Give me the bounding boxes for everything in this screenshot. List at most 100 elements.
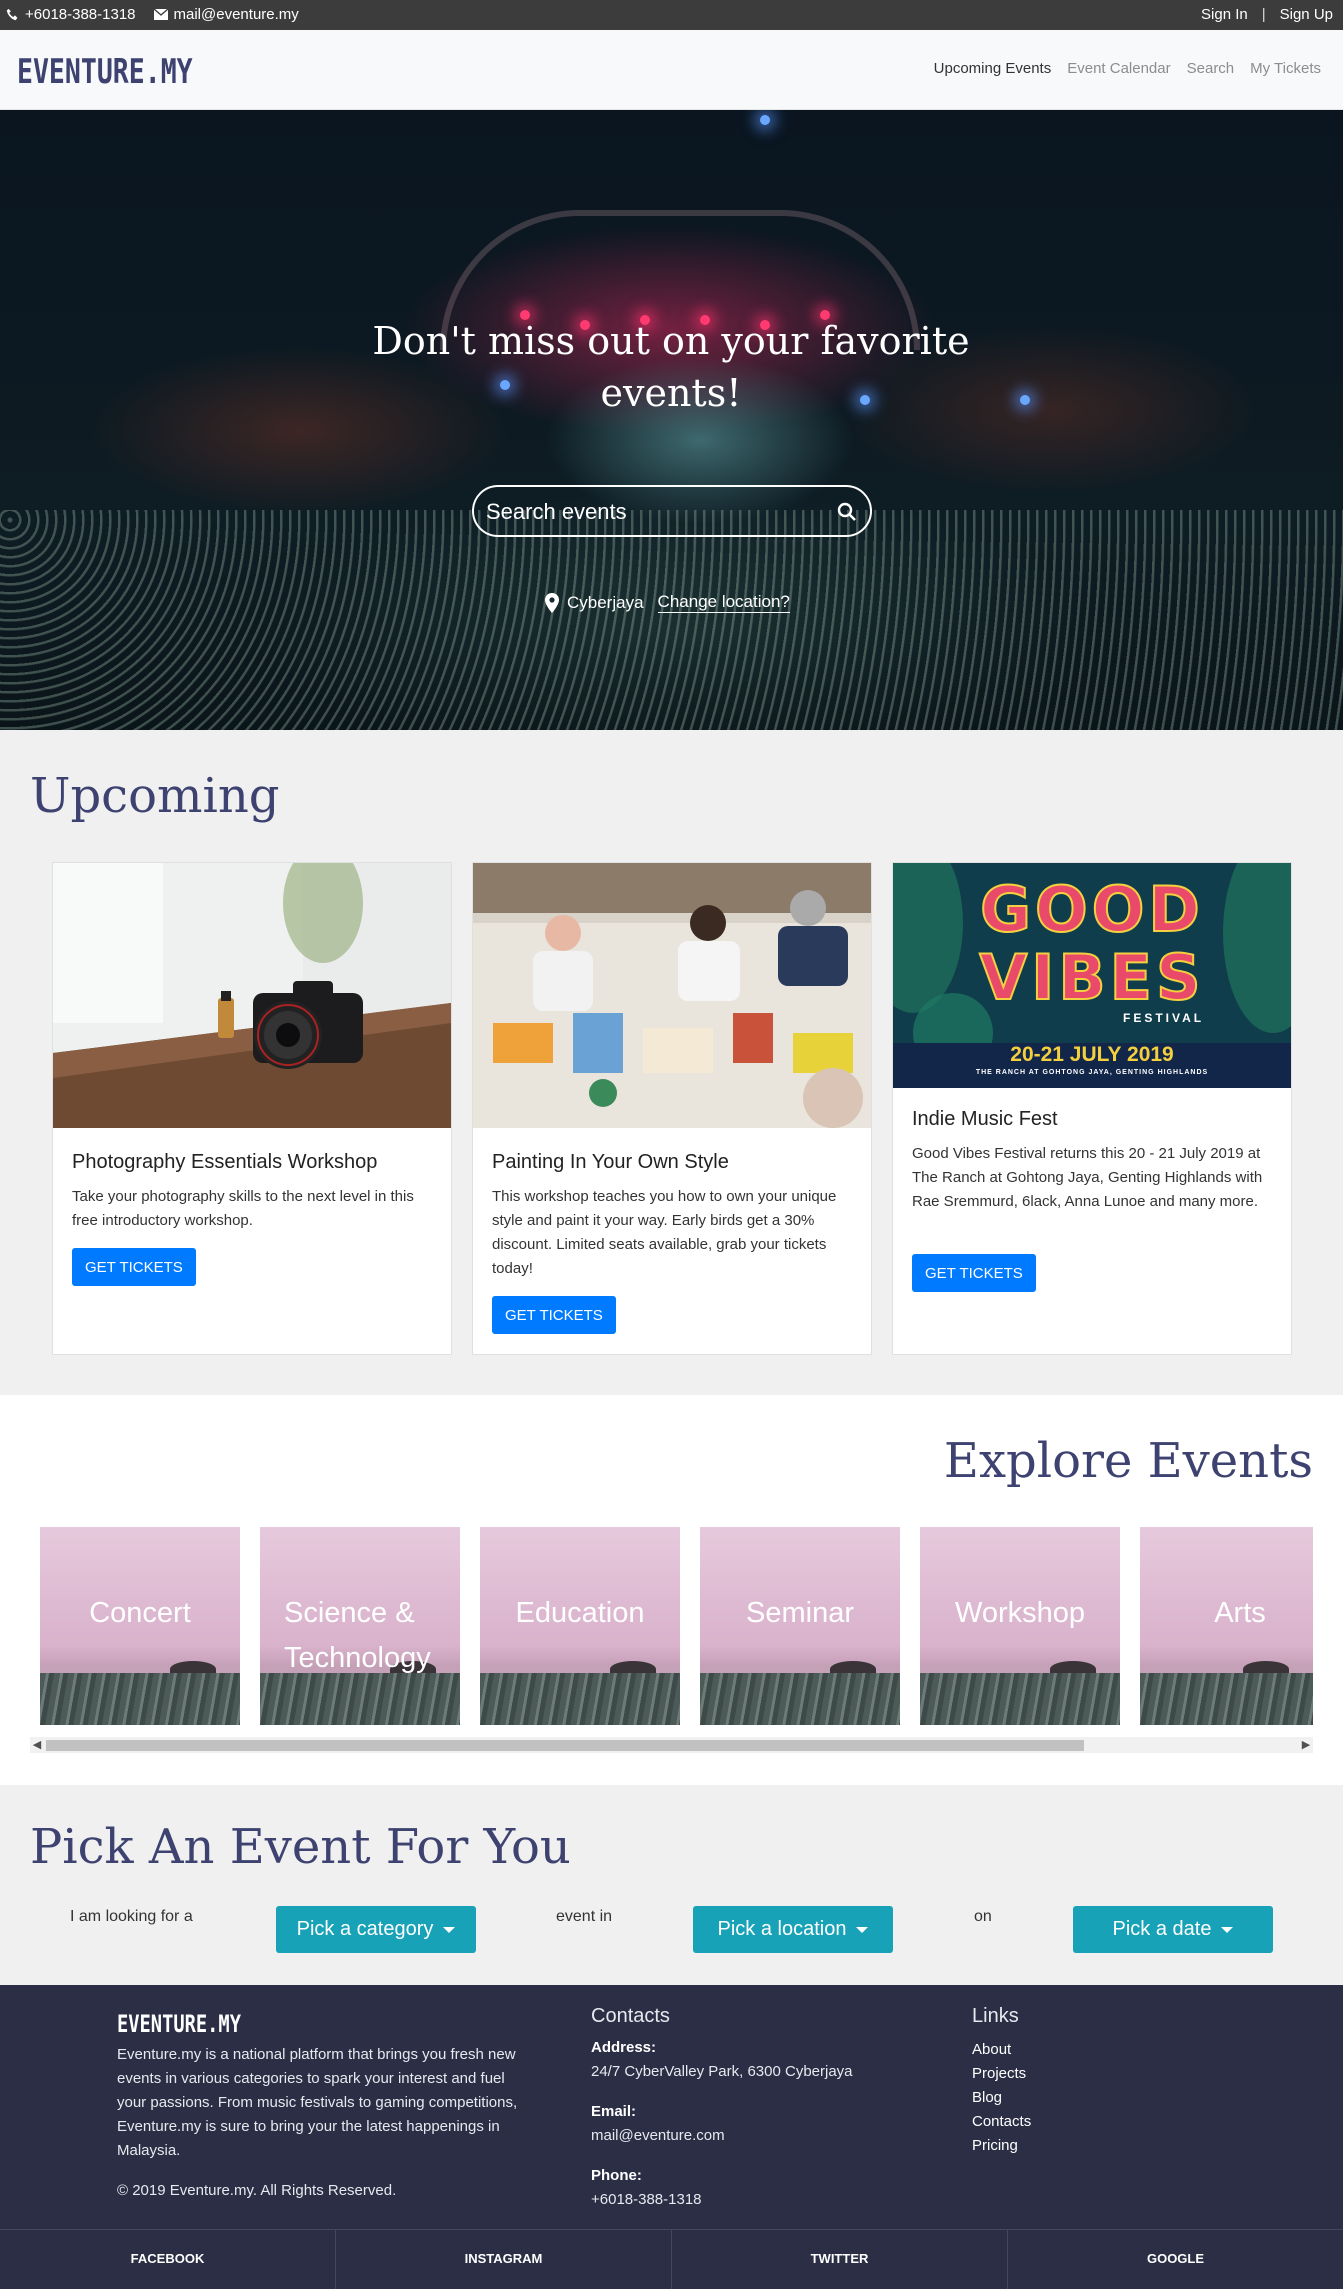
facebook-link[interactable]: FACEBOOK [0,2230,336,2289]
pick-text-event-in: event in [556,1908,613,1925]
upcoming-title: Upcoming [30,768,280,824]
footer-link-blog[interactable]: Blog [972,2086,1031,2110]
pick-text-looking-for: I am looking for a [70,1908,193,1925]
pick-category-label: Pick a category [296,1918,434,1940]
nav-link-event-calendar[interactable]: Event Calendar [1067,60,1170,77]
category-label: Workshop [954,1597,1086,1629]
category-workshop[interactable]: Workshop [920,1527,1120,1725]
category-label: Science & Technology [284,1597,431,1674]
current-location: Cyberjaya [567,592,644,612]
footer-link-about[interactable]: About [972,2038,1031,2062]
camera-image [53,863,451,1128]
phone-icon [6,8,18,21]
card-description: This workshop teaches you how to own you… [492,1188,837,1277]
caret-down-icon [856,1926,869,1933]
instagram-link[interactable]: INSTAGRAM [336,2230,672,2289]
nav-links: Upcoming Events Event Calendar Search My… [934,60,1321,77]
event-card-indie-music[interactable]: GOOD VIBES FESTIVAL 20-21 JULY 2019 THE … [892,862,1292,1355]
nav-link-search[interactable]: Search [1187,60,1235,77]
footer-links: About Projects Blog Contacts Pricing [972,2038,1031,2158]
pick-category-dropdown[interactable]: Pick a category [276,1906,476,1953]
card-title: Painting In Your Own Style [492,1151,729,1173]
search-icon[interactable] [836,501,858,523]
nav-link-my-tickets[interactable]: My Tickets [1250,60,1321,77]
scroll-right-icon[interactable]: ▶ [1299,1737,1313,1753]
card-description: Take your photography skills to the next… [72,1188,414,1229]
change-location-link[interactable]: Change location? [657,592,790,613]
top-bar: +6018-388-1318 mail@eventure.my Sign In … [0,0,1343,30]
caret-down-icon [443,1926,456,1933]
address-value: 24/7 CyberValley Park, 6300 Cyberjaya [591,2063,853,2080]
pick-date-dropdown[interactable]: Pick a date [1073,1906,1273,1953]
pick-date-label: Pick a date [1112,1918,1212,1940]
category-education[interactable]: Education [480,1527,680,1725]
category-label: Education [515,1597,645,1629]
footer-logo[interactable]: EVENTURE.MY [117,2010,241,2038]
pick-text-on: on [974,1908,992,1925]
category-science-technology[interactable]: Science & Technology [260,1527,460,1725]
hero-banner: Don't miss out on your favorite events! … [0,110,1343,730]
social-bar: FACEBOOK INSTAGRAM TWITTER GOOGLE [0,2229,1343,2289]
category-concert[interactable]: Concert [40,1527,240,1725]
footer-link-projects[interactable]: Projects [972,2062,1031,2086]
pick-event-section: Pick An Event For You I am looking for a… [0,1785,1343,1985]
footer: EVENTURE.MY Eventure.my is a national pl… [0,1985,1343,2229]
pick-location-dropdown[interactable]: Pick a location [693,1906,893,1953]
links-heading: Links [972,2005,1019,2027]
painting-workshop-image [473,863,871,1128]
map-pin-icon [545,592,559,613]
phone-label: Phone: [591,2167,642,2184]
poster-vibes: VIBES [978,940,1205,1015]
scroll-thumb[interactable] [46,1740,1084,1751]
phone-number: +6018-388-1318 [25,6,136,23]
category-seminar[interactable]: Seminar [700,1527,900,1725]
twitter-link[interactable]: TWITTER [672,2230,1008,2289]
location-row: Cyberjaya Change location? [545,592,790,613]
email-address: mail@eventure.my [173,6,299,23]
copyright: © 2019 Eventure.my. All Rights Reserved. [117,2182,397,2199]
phone-value[interactable]: +6018-388-1318 [591,2191,702,2208]
email-label: Email: [591,2103,637,2120]
google-link[interactable]: GOOGLE [1008,2230,1343,2289]
email-contact[interactable]: mail@eventure.my [153,6,299,23]
logo[interactable]: EVENTURE.MY [17,52,193,92]
category-scrollbar[interactable]: ◀ ▶ [30,1737,1313,1753]
poster-good: GOOD [979,872,1204,947]
poster-dates: 20-21 JULY 2019 [1010,1043,1174,1066]
category-arts[interactable]: Arts [1140,1527,1313,1725]
category-label: Arts [1214,1597,1266,1629]
hero-title: Don't miss out on your favorite events! [372,319,970,415]
crowd-image [0,510,1343,730]
event-card-painting[interactable]: Painting In Your Own Style This workshop… [472,862,872,1355]
event-card-photography[interactable]: Photography Essentials Workshop Take you… [52,862,452,1355]
nav-link-upcoming-events[interactable]: Upcoming Events [934,60,1052,77]
get-tickets-button[interactable]: GET TICKETS [492,1296,616,1334]
sign-up-link[interactable]: Sign Up [1280,6,1333,23]
address-label: Address: [591,2039,657,2056]
upcoming-section: Upcoming Photography Essentials Workshop… [0,730,1343,1395]
pick-title: Pick An Event For You [30,1819,571,1875]
card-description: Good Vibes Festival returns this 20 - 21… [912,1145,1263,1210]
search-input[interactable] [486,497,816,527]
footer-about-text: Eventure.my is a national platform that … [117,2046,518,2159]
get-tickets-button[interactable]: GET TICKETS [72,1248,196,1286]
footer-link-pricing[interactable]: Pricing [972,2134,1031,2158]
get-tickets-button[interactable]: GET TICKETS [912,1254,1036,1292]
navbar: EVENTURE.MY Upcoming Events Event Calend… [0,30,1343,110]
phone-contact[interactable]: +6018-388-1318 [6,6,136,23]
card-title: Photography Essentials Workshop [72,1151,378,1173]
caret-down-icon [1221,1926,1234,1933]
footer-link-contacts[interactable]: Contacts [972,2110,1031,2134]
pick-location-label: Pick a location [717,1918,847,1940]
scroll-left-icon[interactable]: ◀ [30,1737,44,1753]
contacts-heading: Contacts [591,2005,670,2027]
separator: | [1261,6,1266,23]
sign-in-link[interactable]: Sign In [1201,6,1248,23]
poster-festival: FESTIVAL [1123,1011,1205,1025]
explore-section: Explore Events Concert Science & Technolo… [0,1395,1343,1785]
email-value[interactable]: mail@eventure.com [591,2127,725,2144]
envelope-icon [153,9,168,20]
poster-venue: THE RANCH AT GOHTONG JAYA, GENTING HIGHL… [975,1069,1209,1076]
good-vibes-poster: GOOD VIBES FESTIVAL 20-21 JULY 2019 THE … [893,863,1291,1088]
category-label: Concert [89,1597,191,1629]
